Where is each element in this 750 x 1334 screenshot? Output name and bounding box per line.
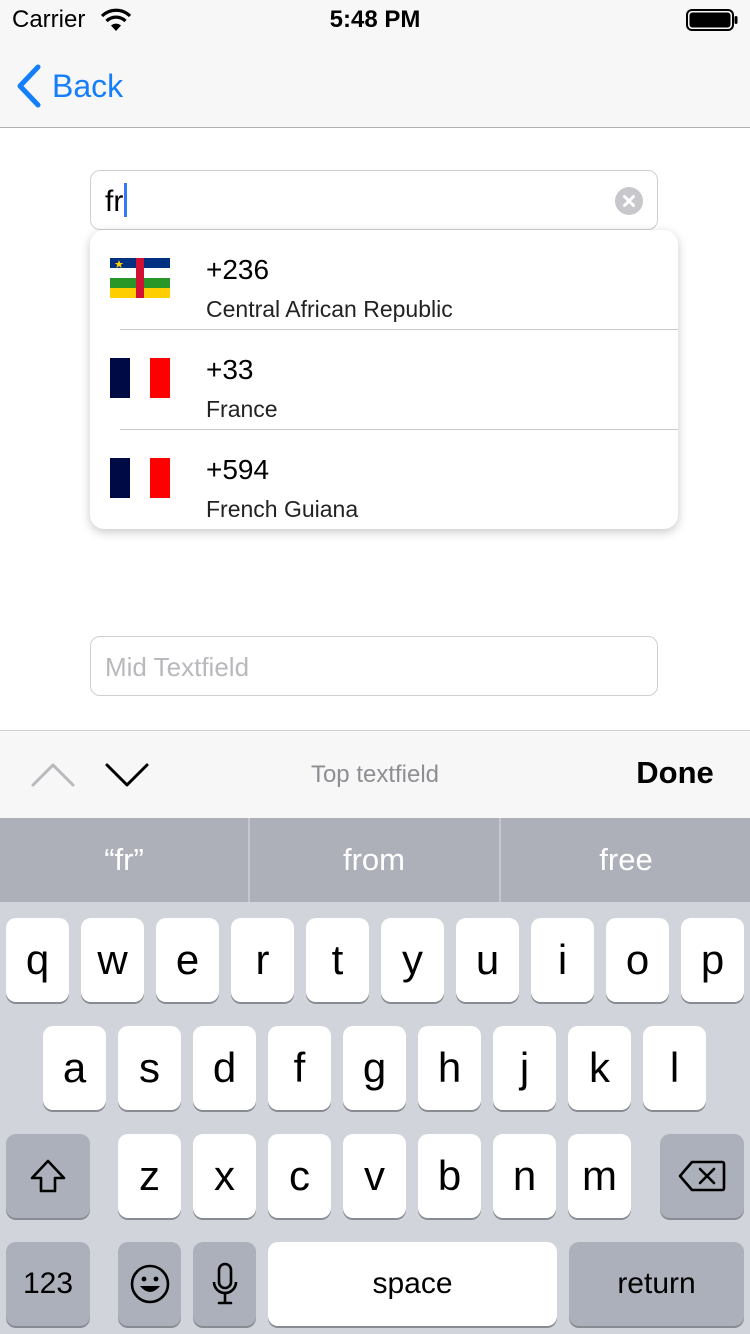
key[interactable]: m [568, 1134, 631, 1218]
country-row[interactable]: +236 Central African Republic [90, 230, 678, 330]
key[interactable]: k [568, 1026, 631, 1110]
suggestion-item[interactable]: “fr” [0, 818, 248, 902]
shift-arrow-icon [30, 1159, 66, 1193]
central-african-republic-flag-icon [110, 258, 170, 298]
key[interactable]: w [81, 918, 144, 1002]
key[interactable]: i [531, 918, 594, 1002]
mid-textfield[interactable] [90, 636, 658, 696]
key[interactable]: x [193, 1134, 256, 1218]
key[interactable]: v [343, 1134, 406, 1218]
country-suggestion-list: +236 Central African Republic +33 France… [90, 230, 678, 529]
country-name: Central African Republic [206, 296, 453, 322]
key[interactable]: j [493, 1026, 556, 1110]
delete-key[interactable] [660, 1134, 744, 1218]
suggestion-divider [499, 818, 501, 902]
status-bar: Carrier 5:48 PM [0, 0, 750, 40]
key[interactable]: e [156, 918, 219, 1002]
france-flag-icon [110, 358, 170, 398]
dictation-key[interactable] [193, 1242, 256, 1326]
return-key[interactable]: return [569, 1242, 744, 1326]
microphone-icon [212, 1262, 237, 1305]
battery-icon [686, 9, 738, 31]
key[interactable]: f [268, 1026, 331, 1110]
key[interactable]: a [43, 1026, 106, 1110]
key[interactable]: z [118, 1134, 181, 1218]
key[interactable]: l [643, 1026, 706, 1110]
key[interactable]: d [193, 1026, 256, 1110]
chevron-left-icon [17, 64, 41, 108]
key[interactable]: h [418, 1026, 481, 1110]
navigation-bar: Back [0, 40, 750, 128]
space-key[interactable]: space [268, 1242, 557, 1326]
key[interactable]: q [6, 918, 69, 1002]
country-name: French Guiana [206, 496, 359, 522]
clear-text-button[interactable] [615, 187, 643, 215]
key[interactable]: s [118, 1026, 181, 1110]
country-dial-code: +236 [206, 254, 270, 285]
numbers-key[interactable]: 123 [6, 1242, 90, 1326]
key[interactable]: n [493, 1134, 556, 1218]
key[interactable]: y [381, 918, 444, 1002]
key[interactable]: g [343, 1026, 406, 1110]
key[interactable]: c [268, 1134, 331, 1218]
back-button-label: Back [52, 67, 124, 104]
clock: 5:48 PM [329, 6, 421, 33]
country-name: France [206, 396, 278, 422]
top-textfield-value: fr [105, 183, 128, 219]
backspace-icon [678, 1160, 726, 1192]
done-button[interactable]: Done [610, 755, 740, 795]
emoji-smiley-icon [130, 1264, 169, 1304]
clear-x-icon [623, 195, 635, 207]
country-dial-code: +33 [206, 354, 254, 385]
keyboard: “fr” from free q w e r t y u i o p a s d… [0, 818, 750, 1334]
country-dial-code: +594 [206, 454, 270, 485]
key[interactable]: o [606, 918, 669, 1002]
text-caret [124, 183, 128, 217]
mid-textfield-input[interactable] [105, 647, 635, 687]
key[interactable]: p [681, 918, 744, 1002]
suggestion-item[interactable]: from [250, 818, 498, 902]
key[interactable]: u [456, 918, 519, 1002]
key[interactable]: r [231, 918, 294, 1002]
key[interactable]: t [306, 918, 369, 1002]
suggestion-item[interactable]: free [502, 818, 750, 902]
country-row[interactable]: +594 French Guiana [90, 430, 678, 529]
key[interactable]: b [418, 1134, 481, 1218]
french-guiana-flag-icon [110, 458, 170, 498]
keyboard-toolbar: Top textfield Done [0, 730, 750, 818]
emoji-key[interactable] [118, 1242, 181, 1326]
back-button[interactable]: Back [14, 62, 123, 110]
predictive-suggestion-bar: “fr” from free [0, 818, 750, 902]
country-row[interactable]: +33 France [90, 330, 678, 430]
shift-key[interactable] [6, 1134, 90, 1218]
top-textfield[interactable]: fr [90, 170, 658, 230]
